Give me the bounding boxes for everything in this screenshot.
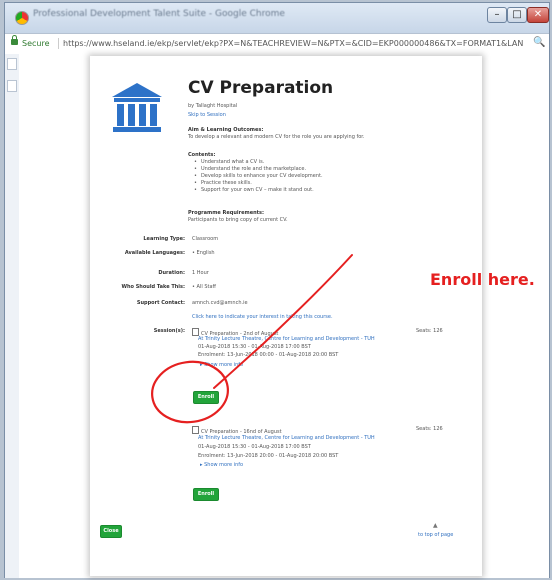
annotation-arrow-line bbox=[213, 254, 353, 389]
annotation-circle bbox=[151, 360, 229, 424]
annotation-overlay bbox=[151, 254, 353, 424]
